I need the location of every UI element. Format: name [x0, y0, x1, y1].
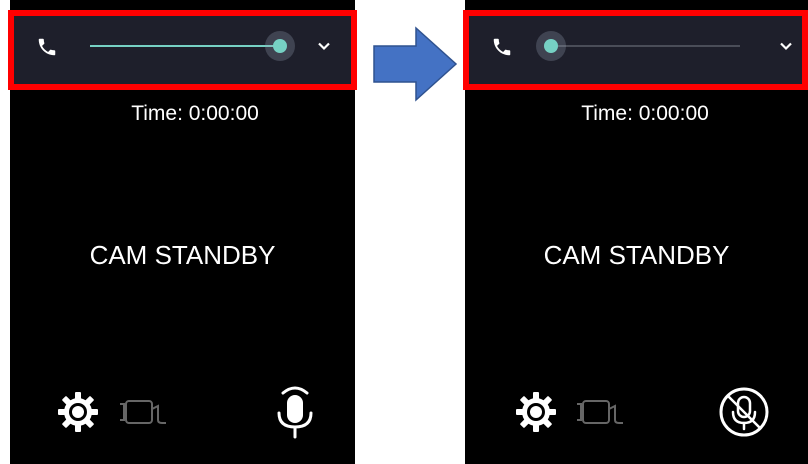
gear-icon[interactable]	[56, 390, 100, 434]
microphone-icon[interactable]	[275, 383, 315, 441]
arrow-right-icon	[373, 26, 458, 102]
camera-status: CAM STANDBY	[89, 240, 276, 270]
camera-status: CAM STANDBY	[543, 240, 730, 270]
highlight-box	[463, 10, 808, 90]
microphone-off-icon[interactable]	[718, 386, 770, 438]
camera-icon[interactable]	[118, 398, 170, 426]
gear-icon[interactable]	[514, 390, 558, 434]
call-timer: Time: 0:00:00	[581, 102, 709, 125]
left-phone-screen: Time: 0:00:00 CAM STANDBY	[8, 0, 357, 464]
right-phone-screen: Time: 0:00:00 CAM STANDBY	[463, 0, 808, 464]
camera-icon[interactable]	[575, 398, 627, 426]
call-timer: Time: 0:00:00	[131, 102, 259, 125]
highlight-box	[8, 10, 357, 90]
